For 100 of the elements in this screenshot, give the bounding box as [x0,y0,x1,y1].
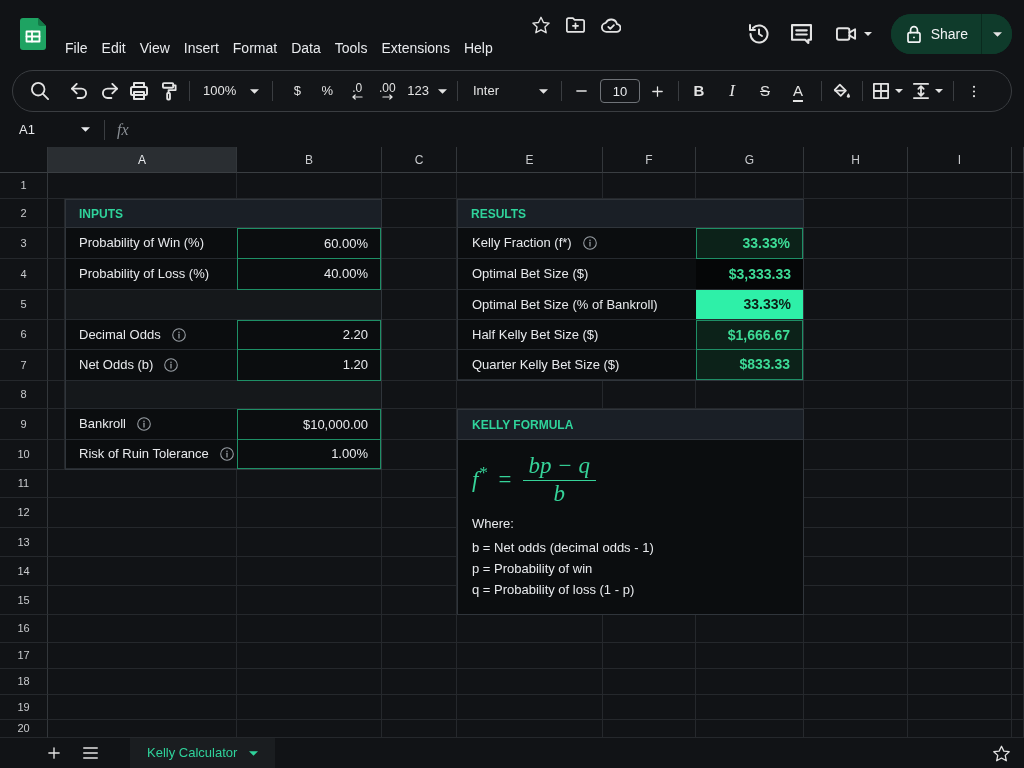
grid-cell[interactable] [804,381,908,409]
currency-format-button[interactable]: $ [282,76,313,106]
row-number[interactable]: 5 [0,290,48,320]
column-header[interactable]: F [603,147,696,173]
row-number[interactable]: 4 [0,259,48,290]
grid-cell[interactable] [382,615,457,643]
column-header[interactable]: B [237,147,382,173]
borders-icon [872,83,889,99]
italic-button[interactable]: I [716,76,747,106]
menu-icon [83,747,98,759]
caret-icon [81,127,90,132]
bold-button[interactable]: B [683,76,714,106]
comments-button[interactable] [790,24,812,44]
menu-item[interactable]: Edit [95,37,132,59]
input-label: Probability of Win (%) [79,234,204,253]
version-history-button[interactable] [747,23,770,45]
info-icon[interactable] [136,417,151,431]
column-header[interactable]: E [457,147,603,173]
column-header[interactable]: I [908,147,1012,173]
row-number[interactable]: 15 [0,586,48,615]
row-number[interactable]: 1 [0,173,48,199]
input-label: Bankroll [79,415,126,434]
menu-item[interactable]: Extensions [375,37,456,59]
row-number[interactable]: 16 [0,615,48,643]
row-number[interactable]: 11 [0,470,48,498]
result-label: Optimal Bet Size ($) [472,265,589,284]
info-icon[interactable] [582,236,597,250]
row-number[interactable]: 3 [0,228,48,259]
row-number[interactable]: 2 [0,199,48,228]
menu-item[interactable]: Insert [177,37,225,59]
grid-cell[interactable] [48,669,237,695]
plus-icon [48,747,60,759]
all-sheets-button[interactable] [83,747,98,759]
column-header[interactable] [1012,147,1024,173]
grid-cell[interactable] [48,498,237,528]
input-label: Risk of Ruin Tolerance [79,445,209,464]
number-format-dropdown[interactable]: 123 [402,76,452,106]
redo-icon [100,83,118,99]
grid-cell[interactable] [804,615,908,643]
menu-item[interactable]: Data [285,37,327,59]
row-number[interactable]: 10 [0,440,48,470]
panel-header: INPUTS [66,200,381,228]
strikethrough-button[interactable]: S [749,76,780,106]
row-number[interactable]: 8 [0,381,48,409]
printer-icon [130,82,148,100]
grid-cell[interactable] [804,173,908,199]
meet-button[interactable] [835,27,872,41]
row-number[interactable]: 14 [0,557,48,586]
info-icon[interactable] [171,327,186,342]
app-logo-icon[interactable] [20,18,46,50]
row-number[interactable]: 19 [0,695,48,720]
increase-decimal-button[interactable]: .00 [372,76,403,106]
grid-cell[interactable] [48,695,237,720]
menu-item[interactable]: File [59,37,94,59]
more-icon [971,83,976,99]
share-button[interactable]: Share [890,14,982,54]
grid-cell[interactable] [48,643,237,669]
star-button[interactable] [993,744,1010,762]
decrease-decimal-button[interactable]: .0 [342,76,373,106]
menu-item[interactable]: Help [457,37,499,59]
menu-item[interactable]: Tools [328,37,374,59]
menu-item[interactable]: Format [226,37,284,59]
input-value: 2.20 [237,320,381,350]
name-box[interactable]: A1 [12,116,96,143]
grid-cell[interactable] [48,586,237,615]
undo-icon [70,83,88,99]
column-header[interactable]: C [382,147,457,173]
column-header[interactable]: G [696,147,804,173]
row-number[interactable]: 20 [0,720,48,738]
menu-item[interactable]: View [133,37,176,59]
column-header[interactable]: H [804,147,908,173]
grid-cell[interactable] [382,173,457,199]
move-folder-button[interactable] [566,17,585,33]
row-number[interactable]: 18 [0,669,48,695]
info-icon[interactable] [164,358,179,372]
input-value: 1.20 [237,350,381,381]
sheet-tab[interactable]: Kelly Calculator [130,738,276,768]
column-header[interactable]: A [48,147,237,173]
percent-format-button[interactable]: % [312,76,343,106]
row-number[interactable]: 7 [0,350,48,381]
font-dropdown[interactable]: Inter [462,76,556,106]
grid-cell[interactable] [48,528,237,557]
row-number[interactable]: 12 [0,498,48,528]
grid-cell[interactable] [48,557,237,586]
font-size-field[interactable]: 10 [599,79,640,103]
info-icon[interactable] [219,447,234,461]
grid-cell[interactable] [48,615,237,643]
arrow-right-icon [381,94,393,100]
zoom-dropdown[interactable]: 100% [195,76,268,106]
star-button[interactable] [532,16,550,34]
add-sheet-button[interactable] [48,747,60,759]
row-number[interactable]: 17 [0,643,48,669]
row-number[interactable]: 13 [0,528,48,557]
grid-cell[interactable] [908,173,1012,199]
caret-icon [894,89,903,93]
grid-cell[interactable] [1012,173,1024,199]
row-number[interactable]: 9 [0,409,48,440]
cloud-status-button[interactable] [601,17,621,33]
text-color-button[interactable]: A [782,76,813,106]
row-number[interactable]: 6 [0,320,48,350]
